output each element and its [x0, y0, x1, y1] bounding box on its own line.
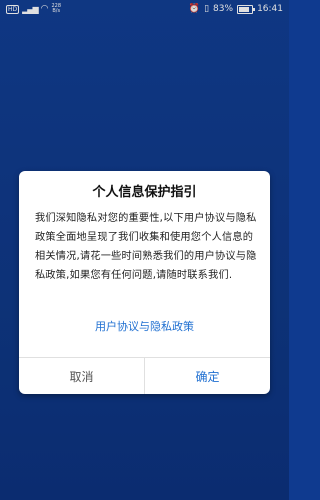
- dialog-button-row: 取消 确定: [19, 358, 270, 394]
- privacy-policy-link[interactable]: 用户协议与隐私政策: [19, 318, 270, 334]
- dialog-body-text: 我们深知隐私对您的重要性,以下用户协议与隐私政策全面地呈现了我们收集和使用您个人…: [35, 213, 257, 281]
- dialog-title: 个人信息保护指引: [92, 185, 197, 200]
- privacy-dialog: 个人信息保护指引 我们深知隐私对您的重要性,以下用户协议与隐私政策全面地呈现了我…: [19, 171, 270, 394]
- cancel-button[interactable]: 取消: [19, 358, 144, 394]
- confirm-button[interactable]: 确定: [144, 358, 270, 394]
